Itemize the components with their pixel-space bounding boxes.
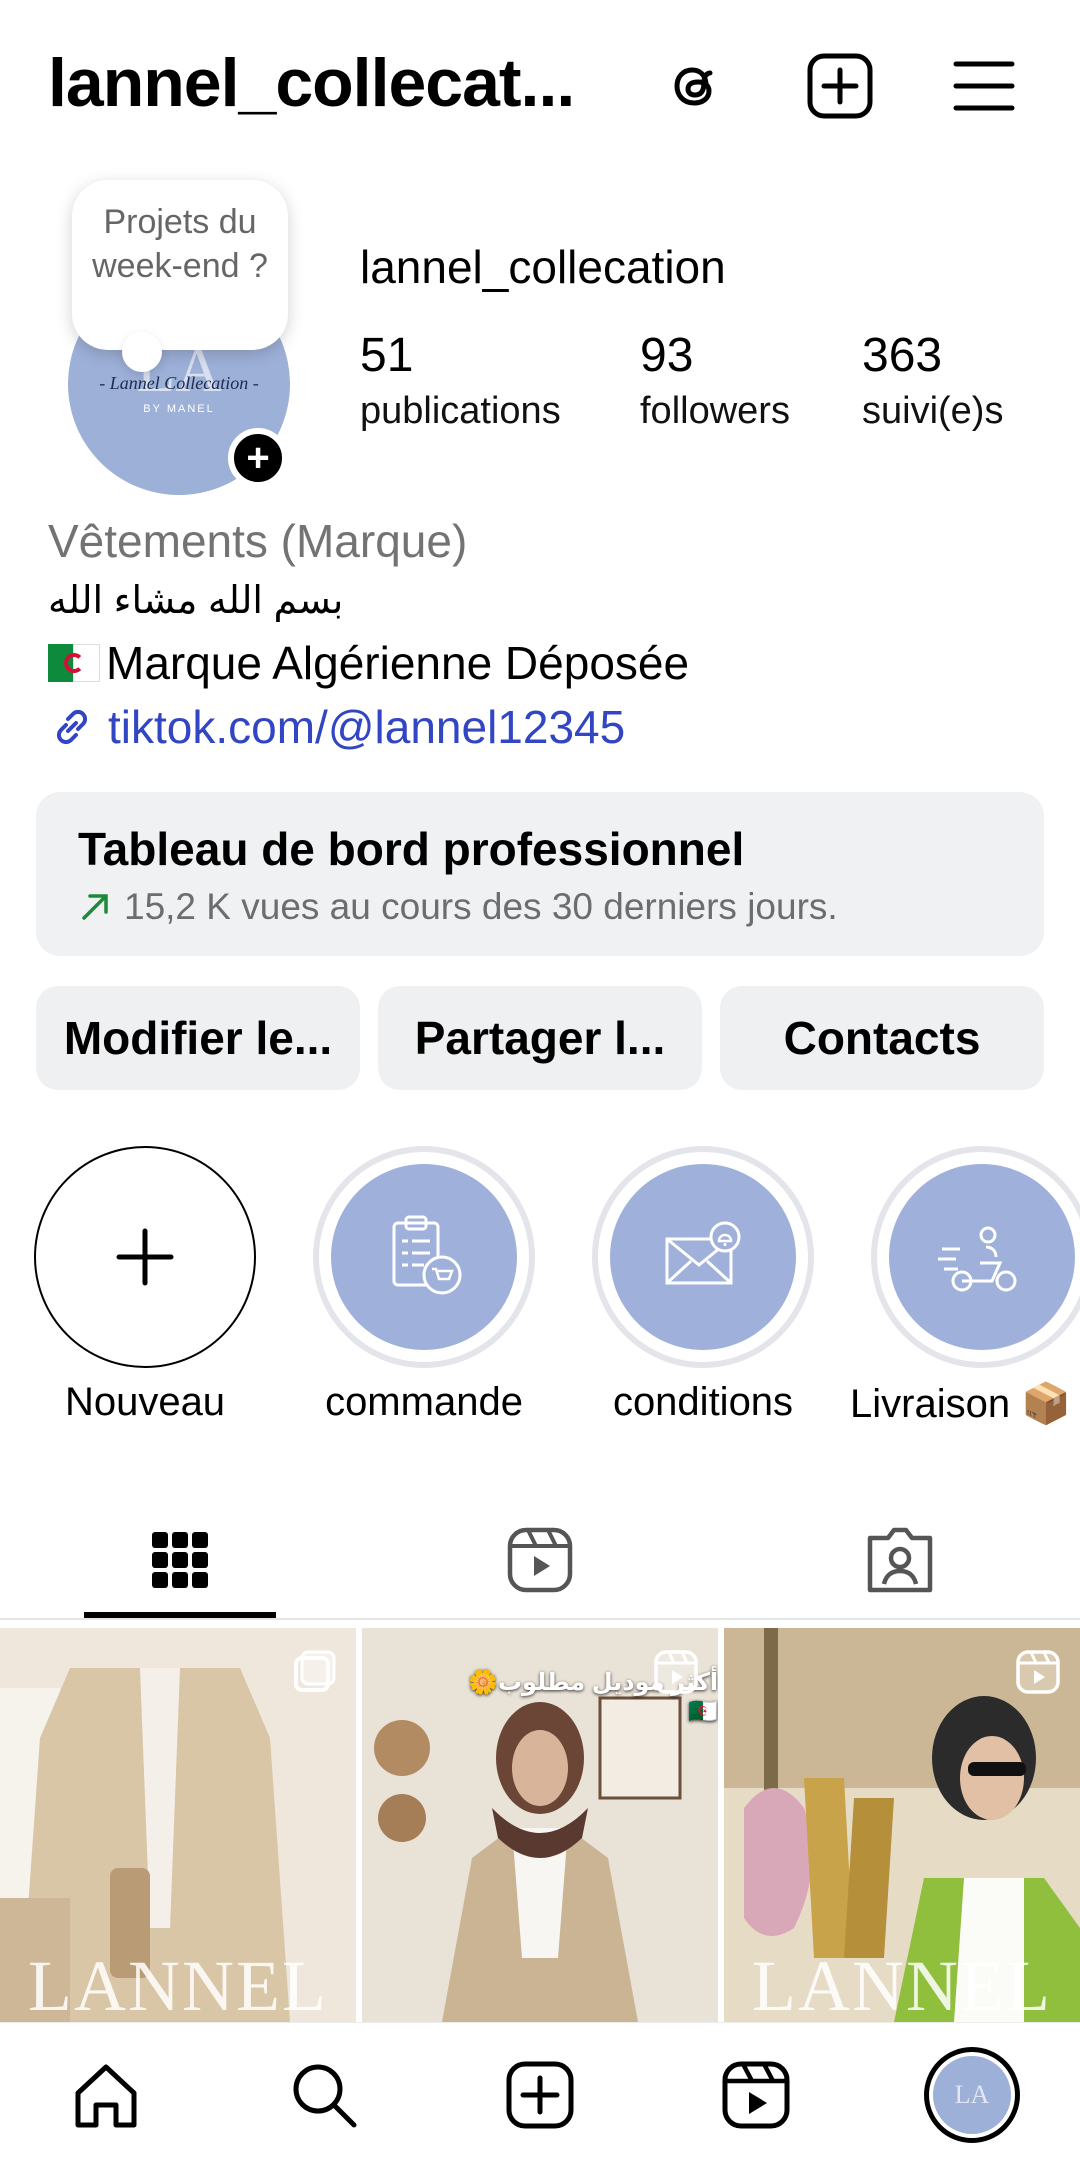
highlight-label-conditions: conditions [612, 1380, 794, 1424]
reels-icon [722, 2061, 790, 2129]
bio-text: Marque Algérienne Déposée [106, 637, 690, 689]
search-icon [293, 2064, 357, 2128]
create-icon [506, 2061, 574, 2129]
multi-image-icon [294, 1650, 336, 1692]
avatar-logo-small: BY MANEL [143, 403, 215, 415]
profile-name: lannel_collecation [360, 241, 726, 293]
note-text: Projets du week-end ? [92, 203, 268, 285]
bio-link[interactable]: tiktok.com/@lannel12345 [48, 700, 625, 754]
profile-avatar-small: LA [933, 2056, 1011, 2134]
tagged-icon [867, 1527, 933, 1593]
post-thumbnail[interactable]: LANNEL [724, 1628, 1080, 2022]
bio-arabic-line: بسم الله مشاء الله [48, 580, 344, 622]
bio-link-text[interactable]: tiktok.com/@lannel12345 [108, 700, 625, 754]
stat-followers-count[interactable]: 93 [640, 328, 693, 383]
highlight-label-new: Nouveau [64, 1380, 226, 1424]
envelope-bell-icon [665, 1221, 741, 1285]
bottom-navigation-bar: LA [0, 2022, 1080, 2167]
profile-category: Vêtements (Marque) [48, 515, 468, 567]
link-icon [56, 709, 88, 745]
nav-search[interactable] [282, 2053, 366, 2137]
tab-divider [0, 1618, 1080, 1620]
home-icon [75, 2064, 137, 2128]
post-thumbnail[interactable]: أكثر موديل مطلوب🌼🇩🇿 [362, 1628, 718, 2022]
stat-publications-label[interactable]: publications [360, 390, 561, 433]
menu-icon[interactable] [948, 50, 1020, 122]
dashboard-title: Tableau de bord professionnel [78, 823, 745, 875]
tab-active-indicator [84, 1612, 276, 1618]
highlight-conditions[interactable] [592, 1146, 814, 1368]
reel-icon [1016, 1650, 1060, 1694]
reel-icon [654, 1650, 698, 1694]
post-thumbnail[interactable]: LANNEL [0, 1628, 356, 2022]
algeria-flag-icon [48, 644, 100, 682]
tab-reels[interactable] [360, 1500, 720, 1620]
trend-up-arrow-icon [82, 894, 108, 920]
post-watermark: LANNEL [752, 1946, 1052, 2022]
delivery-scooter-icon [938, 1226, 1017, 1292]
post-watermark: LANNEL [28, 1946, 328, 2022]
new-highlight-button[interactable] [34, 1146, 256, 1368]
professional-dashboard-card[interactable]: Tableau de bord professionnel 15,2 K vue… [36, 792, 1044, 956]
tab-tagged[interactable] [720, 1500, 1080, 1620]
highlight-label-commande: commande [325, 1380, 523, 1424]
stat-publications-count[interactable]: 51 [360, 328, 413, 383]
tab-grid[interactable] [0, 1500, 360, 1620]
highlight-label-livraison: Livraison 📦 [850, 1382, 1071, 1426]
bio-line: Marque Algérienne Déposée [48, 636, 689, 690]
highlight-commande[interactable] [313, 1146, 535, 1368]
threads-icon[interactable] [658, 50, 730, 122]
add-story-plus-icon[interactable]: + [228, 428, 288, 488]
clipboard-cart-icon [392, 1215, 462, 1295]
profile-username-title[interactable]: lannel_collecat... [48, 44, 575, 122]
share-profile-button[interactable]: Partager l... [378, 986, 702, 1090]
note-bubble[interactable]: Projets du week-end ? [72, 180, 288, 372]
avatar-logo-subtitle: - Lannel Collecation - [99, 373, 259, 393]
reels-icon [507, 1527, 573, 1593]
dashboard-views-text: 15,2 K vues au cours des 30 derniers jou… [124, 886, 838, 927]
create-plus-icon[interactable] [804, 50, 876, 122]
contacts-button[interactable]: Contacts [720, 986, 1044, 1090]
edit-profile-button[interactable]: Modifier le... [36, 986, 360, 1090]
nav-reels[interactable] [714, 2053, 798, 2137]
dashboard-subtitle: 15,2 K vues au cours des 30 derniers jou… [78, 886, 838, 928]
plus-icon [116, 1228, 174, 1286]
stat-following-count[interactable]: 363 [862, 328, 942, 383]
nav-home[interactable] [64, 2053, 148, 2137]
nav-profile[interactable]: LA [924, 2047, 1020, 2143]
stat-followers-label[interactable]: followers [640, 390, 790, 433]
grid-icon [152, 1532, 208, 1588]
nav-create[interactable] [498, 2053, 582, 2137]
highlight-livraison[interactable] [871, 1146, 1080, 1368]
stat-following-label[interactable]: suivi(e)s [862, 390, 1003, 433]
